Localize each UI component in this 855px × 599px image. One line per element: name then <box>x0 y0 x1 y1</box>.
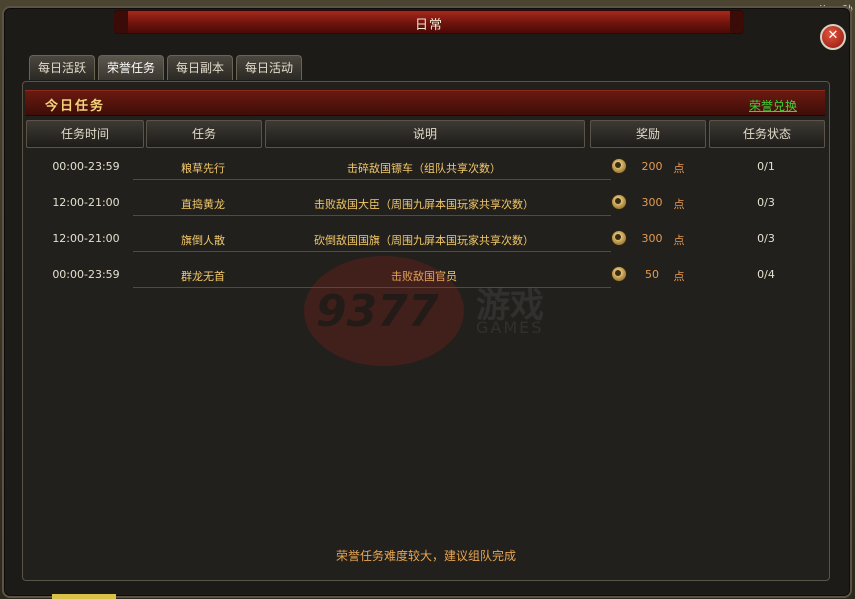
bottom-hud-strip <box>52 594 116 599</box>
row-3-divider <box>133 251 611 252</box>
tab-bar: 每日活跃 荣誉任务 每日副本 每日活动 <box>29 55 303 81</box>
tip-text: 荣誉任务难度较大，建议组队完成 <box>335 549 516 563</box>
row-1-description: 击碎敌国镖车（组队共享次数） <box>347 162 501 175</box>
close-button[interactable]: ✕ <box>820 24 846 50</box>
site-watermark: 9377 游戏 GAMES <box>304 256 564 366</box>
honor-medal-icon <box>611 194 627 210</box>
row-2-reward-value: 300 <box>641 196 663 209</box>
tab-honor-tasks[interactable]: 荣誉任务 <box>98 55 165 80</box>
honor-medal-icon <box>611 230 627 246</box>
row-1-reward-value: 200 <box>641 160 663 173</box>
column-header-status[interactable]: 任务状态 <box>709 120 825 148</box>
row-1-task-name[interactable]: 粮草先行 <box>146 160 260 176</box>
row-4-task-name[interactable]: 群龙无首 <box>146 268 260 284</box>
row-2-divider <box>133 215 611 216</box>
row-3-reward-unit: 点 <box>673 234 685 247</box>
row-3-status: 0/3 <box>757 232 775 245</box>
row-2-task-name[interactable]: 直捣黄龙 <box>146 196 260 212</box>
section-title: 今日任务 <box>45 99 106 114</box>
title-bar[interactable]: 日常 <box>114 10 744 34</box>
section-header: 今日任务 荣誉兑换 <box>25 90 825 116</box>
daily-window: 日常 ✕ 每日活跃 荣誉任务 每日副本 每日活动 今日任务 荣誉兑换 任务时间 … <box>2 6 852 598</box>
column-header-reward[interactable]: 奖励 <box>590 120 706 148</box>
row-3-task-name[interactable]: 旗倒人散 <box>146 232 260 248</box>
row-2-status: 0/3 <box>757 196 775 209</box>
row-3-reward-value: 300 <box>641 232 663 245</box>
row-4-reward-value: 50 <box>645 268 659 281</box>
watermark-en: GAMES <box>476 318 544 337</box>
row-1-status: 0/1 <box>757 160 775 173</box>
row-1-reward-unit: 点 <box>673 162 685 175</box>
honor-exchange-link[interactable]: 荣誉兑换 <box>749 97 797 114</box>
tab-daily-dungeon[interactable]: 每日副本 <box>167 55 234 80</box>
row-1-divider <box>133 179 611 180</box>
column-header-task[interactable]: 任务 <box>146 120 262 148</box>
column-header-description[interactable]: 说明 <box>265 120 585 148</box>
row-4-time: 00:00-23:59 <box>52 268 120 281</box>
column-header-time[interactable]: 任务时间 <box>26 120 144 148</box>
tab-daily-events[interactable]: 每日活动 <box>236 55 303 80</box>
honor-medal-icon <box>611 266 627 282</box>
honor-medal-icon <box>611 158 627 174</box>
row-3-time: 12:00-21:00 <box>52 232 120 245</box>
title-bar-ornament-right <box>730 11 744 33</box>
row-2-reward-unit: 点 <box>673 198 685 211</box>
window-title: 日常 <box>414 18 443 33</box>
row-2-description: 击败敌国大臣（周围九屏本国玩家共享次数） <box>314 198 534 211</box>
row-2-time: 12:00-21:00 <box>52 196 120 209</box>
tab-daily-active[interactable]: 每日活跃 <box>29 55 96 80</box>
row-3-description: 砍倒敌国国旗（周围九屏本国玩家共享次数） <box>314 234 534 247</box>
watermark-number: 9377 <box>316 286 439 337</box>
row-1-time: 00:00-23:59 <box>52 160 120 173</box>
row-4-status: 0/4 <box>757 268 775 281</box>
row-4-reward-unit: 点 <box>673 270 685 283</box>
